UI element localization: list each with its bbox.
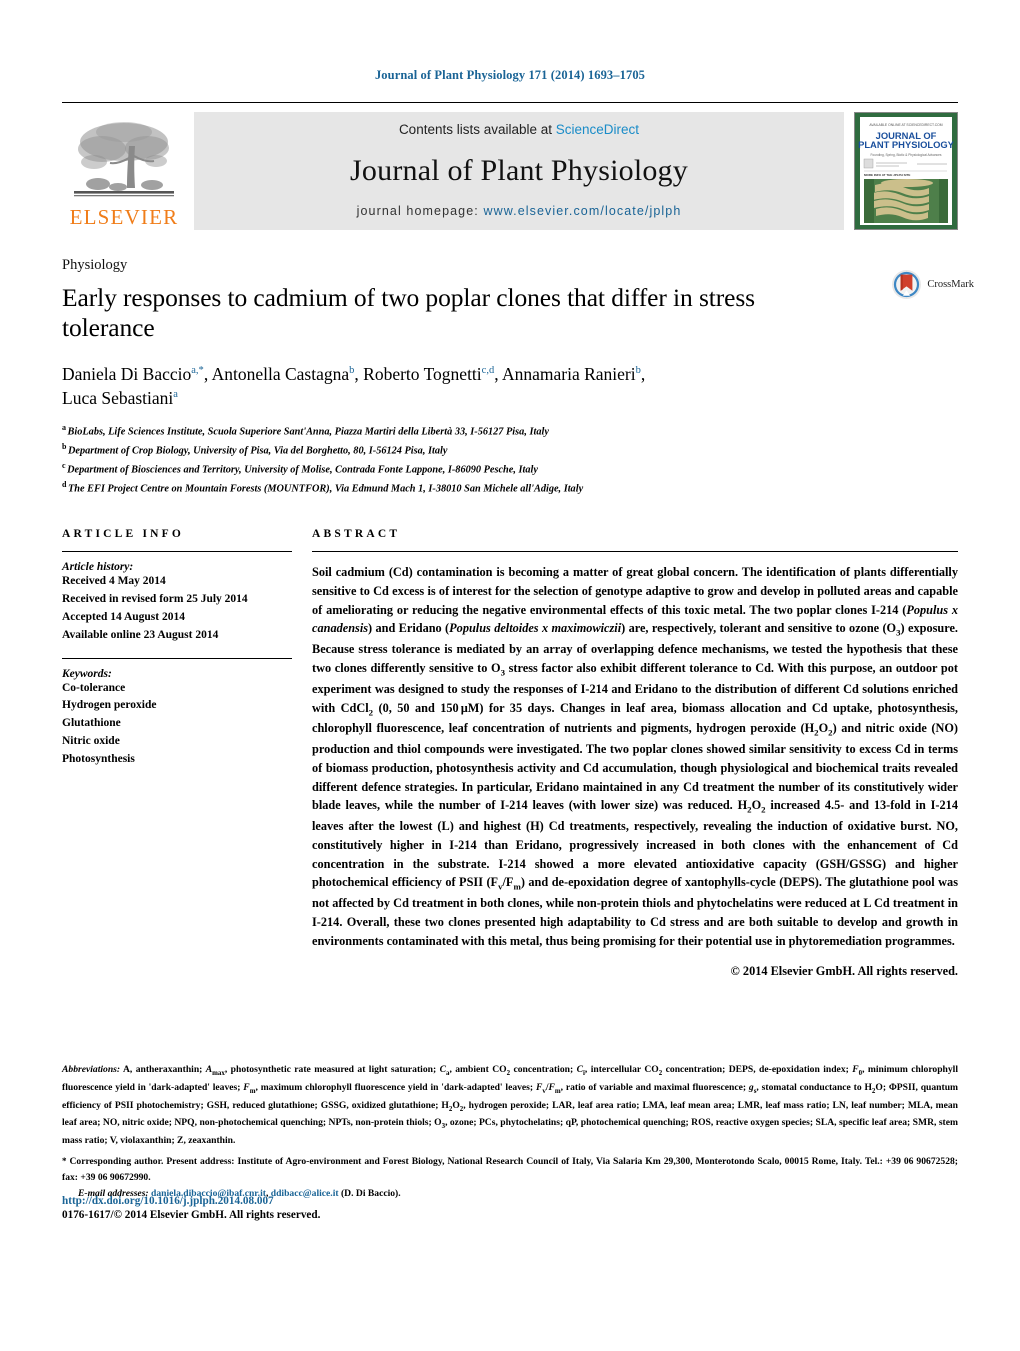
issn-copyright-line: 0176-1617/© 2014 Elsevier GmbH. All righ…	[62, 1209, 321, 1221]
elsevier-tree-icon	[74, 122, 174, 197]
info-abstract-columns: ARTICLE INFO Article history: Received 4…	[0, 528, 1020, 979]
crossmark-badge[interactable]: CrossMark	[891, 269, 974, 300]
abstract-copyright: © 2014 Elsevier GmbH. All rights reserve…	[730, 964, 958, 979]
keyword-item[interactable]: Co-tolerance	[62, 680, 292, 698]
author-item[interactable]: Roberto Tognettic,d	[363, 364, 494, 384]
author-item[interactable]: Antonella Castagnab	[212, 364, 355, 384]
author-name: Antonella Castagna	[211, 363, 350, 384]
svg-text:Founding, Spring, Biotic & Phy: Founding, Spring, Biotic & Physiological…	[870, 153, 941, 157]
author-marks[interactable]: a	[173, 389, 178, 400]
affiliation-text: Department of Crop Biology, University o…	[67, 445, 448, 457]
article-history-label: Article history:	[62, 561, 134, 574]
journal-cover-thumbnail: AVAILABLE ONLINE AT SCIENCEDIRECT.COM JO…	[854, 112, 958, 230]
author-list: Daniela Di Baccioa,*, Antonella Castagna…	[62, 363, 646, 408]
affiliation-text: BioLabs, Life Sciences Institute, Scuola…	[67, 426, 549, 438]
author-item[interactable]: Annamaria Ranierib	[502, 364, 641, 384]
keyword-item[interactable]: Glutathione	[62, 715, 292, 733]
keyword-item[interactable]: Nitric oxide	[62, 733, 292, 751]
affiliation-text: The EFI Project Centre on Mountain Fores…	[67, 483, 584, 495]
author-name: Luca Sebastiani	[62, 387, 174, 408]
contents-lists-line: Contents lists available at ScienceDirec…	[399, 122, 639, 137]
author-marks[interactable]: b	[636, 365, 641, 376]
masthead-wrapper: ELSEVIER Contents lists available at Sci…	[0, 102, 1020, 230]
author-marks[interactable]: c,d	[482, 365, 495, 376]
history-item: Available online 23 August 2014	[62, 628, 219, 641]
page-title: Early responses to cadmium of two poplar…	[62, 283, 756, 342]
keyword-item[interactable]: Hydrogen peroxide	[62, 697, 292, 715]
journal-homepage-line: journal homepage: www.elsevier.com/locat…	[357, 204, 682, 218]
affiliation-mark: c	[62, 461, 66, 471]
keywords-label: Keywords:	[62, 667, 112, 680]
footnotes-block: Abbreviations: A, antheraxanthin; Amax, …	[62, 1062, 958, 1199]
affiliation-text: Department of Biosciences and Territory,…	[67, 464, 538, 476]
journal-band: Contents lists available at ScienceDirec…	[194, 112, 844, 230]
doi-block: http://dx.doi.org/10.1016/j.jplph.2014.0…	[62, 1195, 320, 1221]
article-info-heading: ARTICLE INFO	[62, 528, 185, 541]
author-item[interactable]: Luca Sebastiania	[62, 388, 178, 408]
affiliation-mark: b	[62, 442, 67, 452]
corresponding-author-note: * Corresponding author. Present address:…	[62, 1154, 958, 1184]
abstract-rule	[312, 551, 958, 553]
author-item[interactable]: Daniela Di Baccioa,*	[62, 364, 204, 384]
corresponding-marker: *	[62, 1156, 67, 1167]
running-head: Journal of Plant Physiology 171 (2014) 1…	[374, 68, 646, 82]
article-info-separator	[62, 657, 292, 659]
affiliation-mark: d	[62, 480, 67, 490]
abbreviations-text: Abbreviations: A, antheraxanthin; Amax, …	[62, 1064, 959, 1147]
paper-page: Journal of Plant Physiology 171 (2014) 1…	[0, 0, 1020, 1351]
corresponding-text: Corresponding author. Present address: I…	[62, 1156, 958, 1183]
keywords-group: Keywords: Co-tolerance Hydrogen peroxide…	[62, 668, 292, 769]
affiliation-list: a BioLabs, Life Sciences Institute, Scuol…	[62, 422, 958, 498]
journal-cover-art: AVAILABLE ONLINE AT SCIENCEDIRECT.COM JO…	[855, 113, 957, 229]
contents-prefix: Contents lists available at	[398, 122, 556, 137]
keyword-item[interactable]: Photosynthesis	[62, 751, 292, 769]
article-history-group: Article history: Received 4 May 2014 Rec…	[62, 561, 292, 644]
history-item: Received 4 May 2014	[62, 575, 166, 588]
doi-link[interactable]: http://dx.doi.org/10.1016/j.jplph.2014.0…	[62, 1195, 320, 1207]
affiliation-item: d The EFI Project Centre on Mountain Fore…	[62, 479, 958, 498]
abbreviations-label: Abbreviations:	[62, 1064, 121, 1075]
svg-text:MORE INFO AT THE JPLPH SITE: MORE INFO AT THE JPLPH SITE	[864, 173, 910, 177]
abstract-column: ABSTRACT Soil cadmium (Cd) contamination…	[312, 528, 958, 979]
history-item: Received in revised form 25 July 2014	[62, 593, 248, 606]
svg-text:AVAILABLE ONLINE AT SCIENCEDIR: AVAILABLE ONLINE AT SCIENCEDIRECT.COM	[869, 123, 942, 127]
abstract-text: Soil cadmium (Cd) contamination is becom…	[312, 565, 958, 948]
affiliation-mark: a	[62, 422, 66, 432]
homepage-url-link[interactable]: www.elsevier.com/locate/jplph	[483, 204, 681, 218]
affiliation-item: c Department of Biosciences and Territory…	[62, 460, 958, 479]
article-info-rule	[62, 551, 292, 553]
crossmark-icon	[892, 270, 922, 299]
crossmark-label: CrossMark	[927, 279, 974, 290]
author-name: Daniela Di Baccio	[62, 363, 192, 384]
history-item: Accepted 14 August 2014	[62, 610, 185, 623]
homepage-prefix: journal homepage:	[356, 204, 484, 218]
title-block: Physiology CrossMark Early responses to …	[0, 257, 1020, 498]
author-name: Roberto Tognetti	[363, 363, 482, 384]
svg-text:PLANT PHYSIOLOGY: PLANT PHYSIOLOGY	[858, 139, 955, 150]
elsevier-logo: ELSEVIER	[62, 112, 186, 230]
author-name: Annamaria Ranieri	[502, 363, 636, 384]
abstract-heading: ABSTRACT	[312, 528, 401, 541]
affiliation-item: a BioLabs, Life Sciences Institute, Scuol…	[62, 422, 958, 441]
sciencedirect-link[interactable]: ScienceDirect	[556, 122, 639, 137]
elsevier-wordmark: ELSEVIER	[69, 205, 179, 229]
article-info-column: ARTICLE INFO Article history: Received 4…	[62, 528, 312, 979]
journal-title: Journal of Plant Physiology	[350, 153, 688, 187]
emails-suffix: (D. Di Baccio).	[340, 1187, 401, 1199]
masthead: ELSEVIER Contents lists available at Sci…	[62, 112, 958, 230]
author-marks[interactable]: b	[349, 365, 354, 376]
masthead-top-rule	[62, 102, 958, 103]
journal-section-kicker: Physiology	[62, 257, 128, 273]
author-marks[interactable]: a,*	[191, 365, 204, 376]
affiliation-item: b Department of Crop Biology, University …	[62, 441, 958, 460]
